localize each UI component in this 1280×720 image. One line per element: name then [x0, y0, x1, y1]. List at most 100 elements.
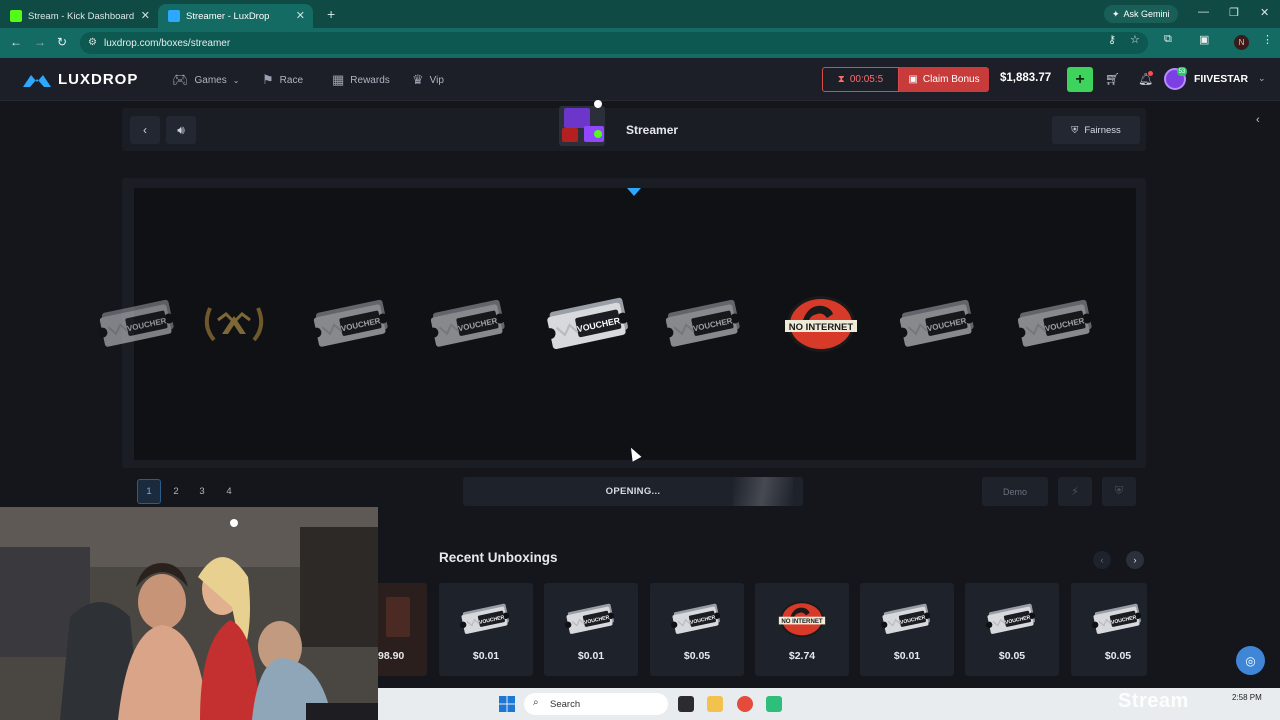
chevron-down-icon[interactable]: ⌄ [1258, 73, 1266, 84]
nav-vip[interactable]: ♛ Vip [412, 72, 444, 88]
sidepanel-icon[interactable]: ▣ [1199, 33, 1209, 46]
reel-item-voucher [310, 297, 392, 350]
reload-icon[interactable]: ↻ [57, 35, 67, 49]
quantity-4-button[interactable]: 4 [217, 479, 241, 504]
close-tab-icon[interactable]: ✕ [141, 9, 150, 22]
claim-bonus-button[interactable]: ▣ Claim Bonus [899, 67, 989, 92]
logo-text: LUXDROP [58, 70, 139, 88]
site-info-icon[interactable]: ⚙ [88, 37, 97, 48]
item-thumb [386, 597, 410, 637]
deposit-button[interactable]: + [1067, 67, 1093, 92]
shield-icon: ⛨ [1114, 485, 1124, 497]
bookmark-star-icon[interactable]: ☆ [1130, 33, 1140, 46]
recent-card[interactable]: $0.01 [439, 583, 533, 676]
nav-games[interactable]: 🎮︎ Games ⌄ [172, 72, 239, 88]
nav-rewards[interactable]: ▦ Rewards [332, 72, 390, 88]
back-button[interactable]: ‹ [130, 116, 160, 144]
quantity-2-button[interactable]: 2 [164, 479, 188, 504]
quantity-3-button[interactable]: 3 [190, 479, 214, 504]
item-price: $0.01 [577, 650, 605, 662]
url-field[interactable]: ⚙ luxdrop.com/boxes/streamer [80, 32, 1148, 54]
voucher-image [880, 602, 933, 636]
recent-card[interactable]: 98.90 [378, 583, 427, 676]
recent-card[interactable]: $0.05 [965, 583, 1059, 676]
task-view-icon[interactable] [678, 696, 694, 712]
item-price: $2.74 [788, 650, 816, 662]
forward-icon[interactable]: → [34, 35, 46, 49]
window-close-icon[interactable]: ✕ [1260, 6, 1269, 19]
sound-toggle-button[interactable]: 🔊︎ [166, 116, 196, 144]
luxdrop-logo[interactable]: LUXDROP [22, 69, 138, 89]
wallet-balance[interactable]: $1,883.77 [1000, 72, 1051, 84]
collapse-chat-icon[interactable]: ‹ [1256, 114, 1260, 126]
nav-label: Rewards [350, 74, 390, 86]
new-tab-icon[interactable]: + [327, 6, 335, 22]
demo-button[interactable]: Demo [982, 477, 1048, 506]
recent-card[interactable]: $2.74 [755, 583, 849, 676]
hourglass-icon: ⧗ [837, 74, 845, 85]
app-icon[interactable] [766, 696, 782, 712]
close-tab-icon[interactable]: ✕ [296, 9, 305, 22]
cart-icon[interactable]: 🛒︎ [1105, 72, 1120, 86]
box-title: Streamer [626, 123, 679, 137]
recent-card[interactable]: $0.05 [650, 583, 744, 676]
nav-race[interactable]: ⚑ Race [262, 72, 303, 88]
chevron-right-icon: › [1133, 555, 1137, 565]
verify-button[interactable]: ⛨ [1102, 477, 1136, 506]
reel-item-voucher [896, 297, 978, 350]
crown-icon: ♛ [412, 72, 424, 87]
stream-watermark: Stream [1118, 690, 1189, 712]
reel-item-laurel-logo [204, 306, 264, 342]
claim-label: Claim Bonus [922, 74, 980, 85]
windows-start-icon[interactable] [499, 696, 515, 712]
recent-prev-button[interactable]: ‹ [1093, 551, 1111, 569]
voucher-image [985, 602, 1038, 636]
browser-menu-icon[interactable]: ⋮ [1262, 33, 1273, 46]
recent-card[interactable]: $0.05 [1071, 583, 1147, 676]
case-reel [134, 188, 1136, 460]
chevron-left-icon: ‹ [143, 123, 147, 137]
chevron-left-icon: ‹ [1100, 555, 1104, 565]
back-icon[interactable]: ← [10, 35, 22, 49]
gift-icon: ▦ [332, 72, 345, 87]
gemini-label: Ask Gemini [1123, 9, 1170, 19]
chat-icon: ◎ [1245, 653, 1256, 668]
gift-icon: ▣ [908, 74, 918, 85]
minimize-icon[interactable]: — [1198, 6, 1209, 18]
chrome-icon[interactable] [737, 696, 753, 712]
item-price: $0.05 [1104, 650, 1132, 662]
notification-dot [1148, 71, 1153, 76]
restore-icon[interactable]: ❐ [1229, 6, 1239, 19]
tab-kick-dashboard[interactable]: Stream - Kick Dashboard ✕ [0, 4, 158, 28]
support-chat-button[interactable]: ◎ [1236, 646, 1265, 675]
nav-label: Vip [429, 74, 444, 86]
reel-item-voucher [427, 297, 509, 350]
file-explorer-icon[interactable] [707, 696, 723, 712]
voucher-image [459, 602, 512, 636]
open-box-button[interactable]: OPENING... [463, 477, 803, 506]
search-placeholder: Search [550, 698, 581, 710]
taskbar-search[interactable]: ⌕ Search [524, 693, 668, 715]
recent-card[interactable]: $0.01 [544, 583, 638, 676]
address-bar-row: ← → ↻ ⚙ luxdrop.com/boxes/streamer ⚷ ☆ ⧉… [0, 28, 1280, 58]
fairness-button[interactable]: ⛨ Fairness [1052, 116, 1140, 144]
browser-profile-avatar[interactable]: N [1234, 35, 1249, 50]
reel-pointer-icon [627, 188, 641, 196]
extensions-icon[interactable]: ⧉ [1164, 33, 1172, 46]
voucher-image [564, 602, 617, 636]
tab-title: Streamer - LuxDrop [186, 10, 270, 22]
quantity-1-button[interactable]: 1 [137, 479, 161, 504]
tab-luxdrop[interactable]: Streamer - LuxDrop ✕ [158, 4, 313, 28]
recent-next-button[interactable]: › [1126, 551, 1144, 569]
luxdrop-logo-icon [23, 75, 51, 87]
search-icon: ⌕ [533, 697, 539, 708]
username[interactable]: FIIVESTAR [1194, 73, 1248, 85]
password-key-icon[interactable]: ⚷ [1108, 33, 1116, 46]
ask-gemini-button[interactable]: ✦ Ask Gemini [1104, 5, 1178, 23]
recent-card[interactable]: $0.01 [860, 583, 954, 676]
nav-label: Games [194, 74, 227, 86]
loading-shimmer [733, 477, 793, 506]
quick-open-button[interactable]: ⚡︎ [1058, 477, 1092, 506]
fairness-label: Fairness [1084, 124, 1121, 136]
chevron-down-icon: ⌄ [232, 75, 240, 85]
